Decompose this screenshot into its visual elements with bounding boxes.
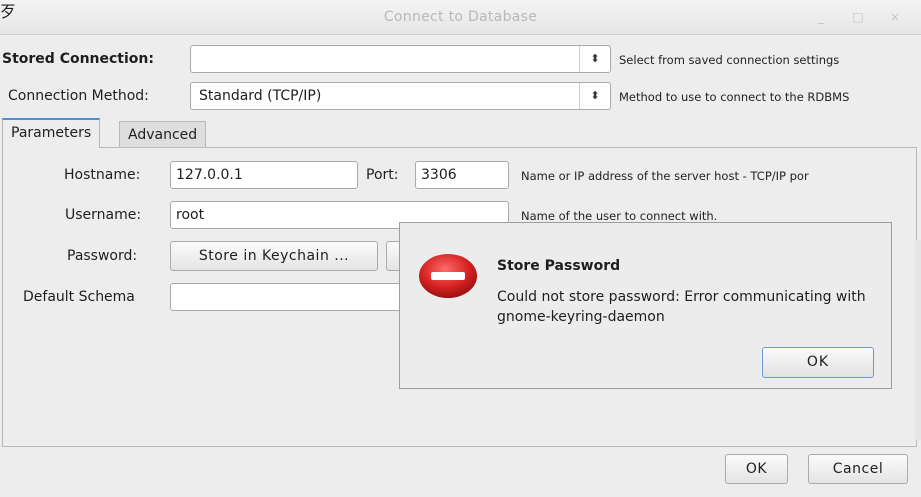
window-titlebar: ⽍ Connect to Database _ □ × bbox=[0, 0, 921, 35]
tab-advanced[interactable]: Advanced bbox=[119, 121, 207, 149]
dialog-ok-button[interactable]: OK bbox=[762, 347, 874, 378]
updown-arrows-icon: ⬍ bbox=[579, 46, 610, 72]
dialog-title: Store Password bbox=[497, 258, 621, 274]
window-edge bbox=[915, 240, 921, 440]
port-input[interactable]: 3306 bbox=[415, 161, 509, 189]
password-label: Password: bbox=[67, 248, 138, 264]
tab-parameters[interactable]: Parameters bbox=[2, 118, 101, 148]
hostname-input[interactable]: 127.0.0.1 bbox=[170, 161, 358, 189]
minimize-icon[interactable]: _ bbox=[812, 8, 830, 26]
stored-connection-hint: Select from saved connection settings bbox=[619, 53, 840, 67]
maximize-icon[interactable]: □ bbox=[849, 8, 867, 26]
port-label: Port: bbox=[366, 167, 399, 183]
stored-connection-select[interactable]: ⬍ bbox=[190, 45, 611, 73]
connection-method-select[interactable]: Standard (TCP/IP) ⬍ bbox=[190, 82, 611, 110]
hostname-label: Hostname: bbox=[64, 167, 141, 183]
cancel-button[interactable]: Cancel bbox=[808, 454, 908, 484]
error-icon bbox=[419, 254, 477, 298]
close-icon[interactable]: × bbox=[886, 8, 904, 26]
connection-method-hint: Method to use to connect to the RDBMS bbox=[619, 90, 850, 104]
hostname-hint: Name or IP address of the server host - … bbox=[521, 169, 809, 183]
default-schema-label: Default Schema bbox=[23, 289, 135, 305]
window-title: Connect to Database bbox=[383, 9, 538, 25]
username-label: Username: bbox=[65, 207, 142, 223]
ok-button[interactable]: OK bbox=[725, 454, 788, 484]
username-hint: Name of the user to connect with. bbox=[521, 209, 718, 223]
store-in-keychain-button[interactable]: Store in Keychain ... bbox=[170, 241, 378, 271]
connection-method-value: Standard (TCP/IP) bbox=[199, 88, 322, 104]
updown-arrows-icon: ⬍ bbox=[579, 83, 610, 109]
store-password-dialog: Store Password Could not store password:… bbox=[399, 222, 892, 389]
connection-method-label: Connection Method: bbox=[8, 88, 149, 104]
dialog-message: Could not store password: Error communic… bbox=[497, 289, 866, 325]
default-schema-input[interactable] bbox=[170, 283, 430, 311]
stored-connection-label: Stored Connection: bbox=[2, 51, 154, 67]
